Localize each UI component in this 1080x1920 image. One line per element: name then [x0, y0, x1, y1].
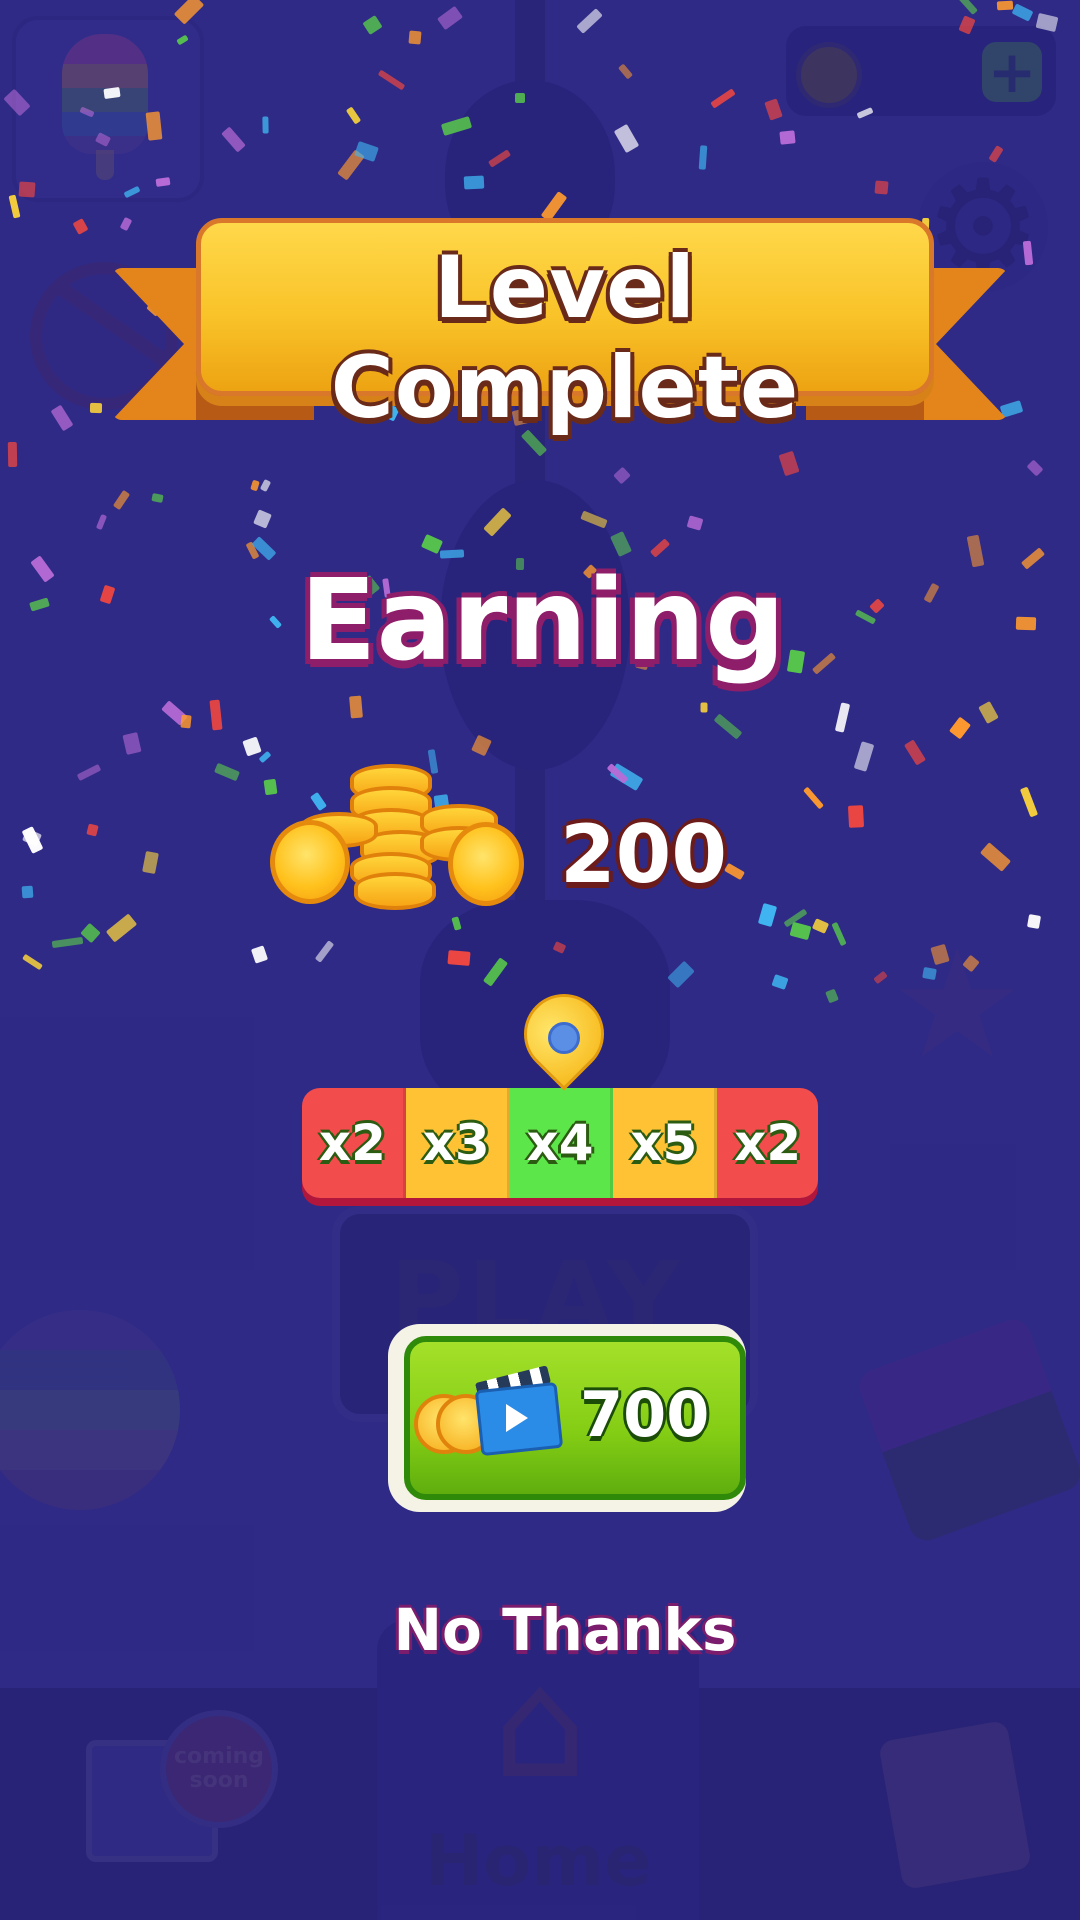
- home-icon: ⌂: [492, 1638, 588, 1812]
- home-tab-label: Home: [424, 1820, 652, 1902]
- confetti-piece: [779, 130, 796, 145]
- multiplier-cell: x4: [509, 1088, 614, 1198]
- confetti-piece: [18, 181, 36, 198]
- confetti-piece: [847, 805, 865, 828]
- star-icon: ★: [890, 918, 1025, 1092]
- confetti-piece: [922, 966, 937, 981]
- coin-pile-icon: [270, 760, 524, 910]
- confetti-piece: [447, 950, 471, 966]
- confetti-piece: [180, 714, 192, 729]
- confetti-piece: [21, 885, 34, 899]
- confetti-piece: [408, 30, 422, 45]
- multiplier-cell: x2: [302, 1088, 406, 1198]
- earning-value: 200: [560, 808, 727, 901]
- confetti-piece: [463, 175, 485, 190]
- multiplier-cell: x2: [717, 1088, 818, 1198]
- confetti-piece: [1026, 914, 1042, 929]
- confetti-piece: [515, 93, 525, 103]
- confetti-piece: [89, 402, 103, 414]
- confetti-piece: [349, 695, 363, 719]
- no-thanks-button[interactable]: No Thanks: [300, 1596, 830, 1664]
- add-coins-icon: +: [982, 42, 1042, 102]
- coin-icon: [796, 42, 862, 108]
- popit-toy-icon: [0, 1310, 180, 1510]
- popit-toy-icon: [854, 1314, 1080, 1546]
- confetti-piece: [262, 116, 269, 134]
- multiplier-bar: x2 x3 x4 x5 x2: [302, 1088, 818, 1198]
- reward-value: 700: [580, 1378, 710, 1451]
- pointer-dot: [548, 1022, 580, 1054]
- confetti-piece: [7, 441, 18, 468]
- cards-icon: [877, 1719, 1033, 1891]
- confetti-piece: [1015, 616, 1037, 631]
- earning-label: Earning: [300, 556, 786, 686]
- page-title: Level Complete: [330, 238, 800, 438]
- popsicle-stick: [96, 150, 114, 180]
- confetti-piece: [874, 180, 889, 195]
- multiplier-cell: x5: [613, 1088, 718, 1198]
- coming-soon-badge: coming soon: [160, 1710, 278, 1828]
- multiplier-cell: x3: [405, 1088, 510, 1198]
- confetti-piece: [700, 702, 708, 713]
- confetti-piece: [145, 111, 163, 141]
- play-icon: [506, 1404, 528, 1432]
- confetti-piece: [996, 0, 1014, 11]
